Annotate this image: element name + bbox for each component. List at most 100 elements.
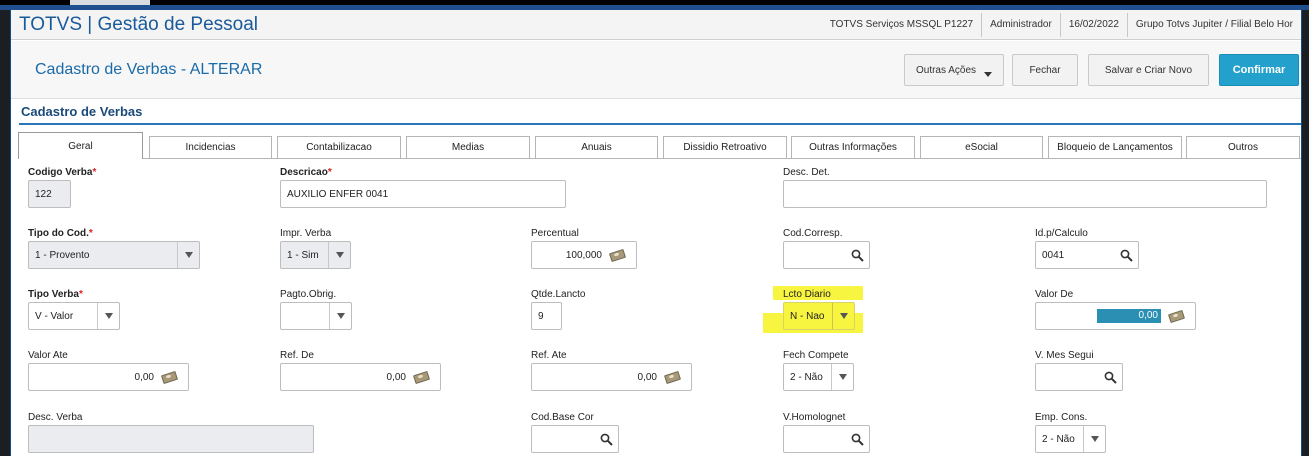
money-icon[interactable] [412,372,430,382]
label-tipo-verba: Tipo Verba* [28,289,83,300]
browser-top-strip [0,0,1309,10]
field-value: AUXILIO ENFER 0041 [287,188,389,200]
field-value: 0041 [1042,249,1065,261]
ref-ate-field[interactable]: 0,00 [531,363,692,391]
status-environment[interactable]: TOTVS Serviços MSSQL P1227 [822,13,981,37]
chevron-down-icon[interactable] [328,242,350,268]
chevron-down-icon[interactable] [329,303,351,329]
field-value: 0,00 [1097,309,1161,323]
status-user[interactable]: Administrador [981,13,1060,37]
tab-outros[interactable]: Outros [1186,136,1300,158]
valor-ate-field[interactable]: 0,00 [28,363,189,391]
chevron-down-icon[interactable] [97,303,119,329]
ref-de-field[interactable]: 0,00 [280,363,441,391]
label-v-homolognet: V.Homolognet [783,412,846,423]
section-divider [19,123,1301,125]
valor-de-field[interactable]: 0,00 [1035,302,1196,330]
tab-bar: Geral Incidencias Contabilizacao Medias … [18,132,1301,159]
confirm-button[interactable]: Confirmar [1219,54,1299,86]
money-icon[interactable] [608,250,626,260]
v-homolognet-field[interactable] [783,425,870,453]
chevron-down-icon[interactable] [177,242,199,268]
percentual-field[interactable]: 100,000 [531,241,637,269]
label-pagto-obrig: Pagto.Obrig. [280,289,337,300]
required-mark: * [88,228,93,239]
tab-esocial[interactable]: eSocial [920,136,1043,158]
tab-geral[interactable]: Geral [18,132,143,159]
label-cod-corresp: Cod.Corresp. [783,228,843,239]
triangle-glyph [838,374,847,380]
triangle-glyph [184,252,193,258]
chevron-down-icon[interactable] [832,303,854,329]
other-actions-button[interactable]: Outras Ações [904,54,1004,86]
qtde-lancto-field[interactable]: 9 [531,302,562,330]
search-icon[interactable] [845,426,869,452]
tab-label: Outras Informações [809,142,897,153]
label-ref-de: Ref. De [280,350,314,361]
cod-base-cor-field[interactable] [531,425,619,453]
lcto-diario-select[interactable]: N - Nao [783,302,855,330]
field-value: N - Nao [790,310,825,322]
label-cod-base-cor: Cod.Base Cor [531,412,594,423]
desc-det-field[interactable] [783,180,1267,208]
tab-dissidio-retroativo[interactable]: Dissidio Retroativo [663,136,787,158]
field-value: 0,00 [386,371,406,383]
tab-label: Anuais [581,142,612,153]
field-value: 0,00 [637,371,657,383]
close-button[interactable]: Fechar [1012,54,1078,86]
status-branch[interactable]: Grupo Totvs Jupiter / Filial Belo Hor [1126,13,1301,37]
money-icon[interactable] [1167,311,1185,321]
emp-cons-select[interactable]: 2 - Não [1035,425,1106,453]
field-value: V - Valor [35,310,74,322]
page-header: Cadastro de Verbas - ALTERAR Outras Açõe… [11,41,1301,99]
required-mark: * [92,167,97,178]
field-value: 0,00 [134,371,154,383]
tipo-cod-select[interactable]: 1 - Provento [28,241,200,269]
chevron-down-icon [984,71,993,77]
v-mes-segui-field[interactable] [1035,363,1123,391]
tab-label: Dissidio Retroativo [683,142,767,153]
tab-bloqueio-lancamentos[interactable]: Bloqueio de Lançamentos [1048,136,1182,158]
cod-corresp-field[interactable] [783,241,870,269]
tab-label: Geral [68,140,93,152]
desc-verba-field[interactable] [28,425,314,453]
field-value: 1 - Sim [287,249,319,261]
label-tipo-cod: Tipo do Cod.* [28,228,93,239]
money-icon[interactable] [663,372,681,382]
label-ref-ate: Ref. Ate [531,350,567,361]
status-date[interactable]: 16/02/2022 [1059,13,1127,37]
descricao-field[interactable]: AUXILIO ENFER 0041 [280,180,566,208]
tab-label: Outros [1227,142,1258,153]
tab-outras-informacoes[interactable]: Outras Informações [791,136,915,158]
id-calculo-field[interactable]: 0041 [1035,241,1139,269]
label-id-calculo: Id.p/Calculo [1035,228,1088,239]
tab-anuais[interactable]: Anuais [535,136,658,158]
field-value: 100,000 [565,249,602,261]
label-fech-compete: Fech Compete [783,350,849,361]
codigo-verba-field[interactable]: 122 [28,180,71,208]
search-icon[interactable] [594,426,618,452]
label-text: Descricao [280,167,328,178]
tab-medias[interactable]: Medias [406,136,530,158]
tab-incidencias[interactable]: Incidencias [149,136,272,158]
app-window: TOTVS | Gestão de Pessoal TOTVS Serviços… [10,10,1302,456]
impr-verba-select[interactable]: 1 - Sim [280,241,351,269]
label-text: Tipo Verba [28,289,79,300]
search-icon[interactable] [1114,242,1138,268]
save-and-new-button[interactable]: Salvar e Criar Novo [1088,54,1209,86]
status-bar: TOTVS Serviços MSSQL P1227 Administrador… [822,13,1301,37]
tipo-verba-select[interactable]: V - Valor [28,302,120,330]
tab-contabilizacao[interactable]: Contabilizacao [277,136,401,158]
tab-label: Contabilizacao [306,142,372,153]
fech-compete-select[interactable]: 2 - Não [783,363,854,391]
field-value: 9 [538,310,544,322]
chevron-down-icon[interactable] [831,364,853,390]
tab-label: Bloqueio de Lançamentos [1057,142,1173,153]
label-desc-det: Desc. Det. [783,167,830,178]
search-icon[interactable] [845,242,869,268]
search-icon[interactable] [1098,364,1122,390]
money-icon[interactable] [160,372,178,382]
chevron-down-icon[interactable] [1083,426,1105,452]
save-and-new-label: Salvar e Criar Novo [1104,64,1193,76]
pagto-obrig-select[interactable] [280,302,352,330]
